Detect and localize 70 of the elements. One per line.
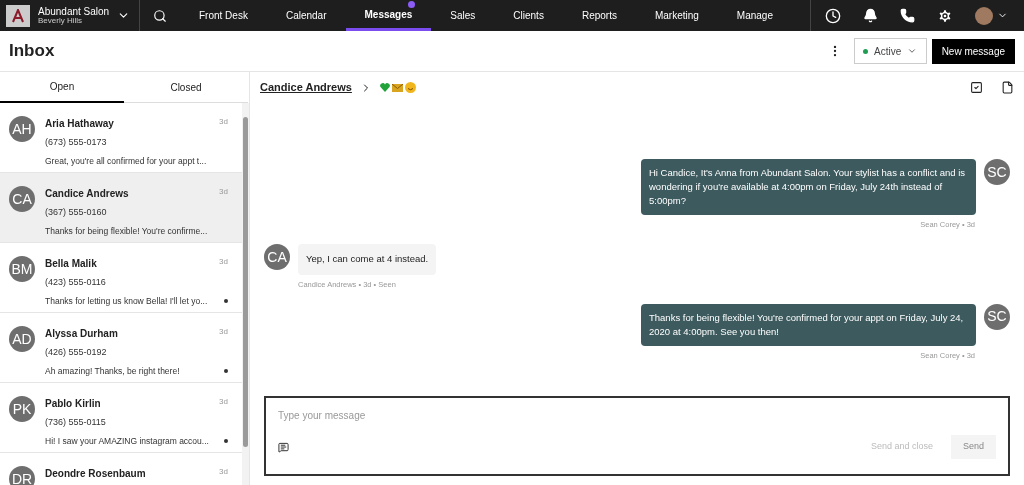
- contact-name-link[interactable]: Candice Andrews: [260, 79, 352, 96]
- checkbox-icon[interactable]: [970, 81, 983, 94]
- time-label: 3d: [219, 116, 228, 128]
- contact-name: Alyssa Durham: [45, 327, 118, 341]
- contact-avatar: AH: [9, 116, 35, 142]
- nav-tab[interactable]: Messages: [345, 0, 432, 31]
- contact-avatar: CA: [9, 186, 35, 212]
- message-input[interactable]: Type your message: [278, 408, 996, 423]
- contact-name: Deondre Rosenbaum: [45, 467, 146, 481]
- message-preview: Great, you're all confirmed for your appt t...: [45, 154, 207, 168]
- envelope-icon: [391, 83, 403, 92]
- time-label: 3d: [219, 466, 228, 478]
- message-bubble: Yep, I can come at 4 instead.: [298, 244, 437, 275]
- nav-tab[interactable]: Manage: [717, 0, 792, 31]
- phone-number: (426) 555-0192: [45, 346, 108, 359]
- send-button[interactable]: Send: [950, 435, 996, 459]
- contact-name: Candice Andrews: [45, 187, 129, 201]
- inbox-tab[interactable]: Open: [0, 72, 124, 103]
- bell-icon[interactable]: [863, 8, 878, 23]
- contact-avatar: DR: [9, 466, 35, 485]
- status-dropdown[interactable]: Active: [853, 38, 927, 64]
- conversation-item[interactable]: CA Candice Andrews 3d (367) 555-0160 Thanks for being flexible! You're confirme...: [0, 173, 242, 243]
- time-label: 3d: [219, 396, 228, 408]
- phone-number: (673) 555-0173: [45, 136, 108, 149]
- nav-tab[interactable]: Reports: [562, 0, 636, 31]
- document-icon[interactable]: [1001, 81, 1014, 94]
- contact-name: Aria Hathaway: [45, 117, 114, 131]
- business-location: Beverly Hills: [38, 16, 83, 25]
- business-name: Abundant Salon: [38, 6, 110, 17]
- message-bubble: Thanks for being flexible! You're confirmed for your appt on Friday, July 24, 2020 at 4:00pm. See you then!: [641, 303, 976, 346]
- contact-avatar: PK: [9, 396, 35, 422]
- contact-avatar: BM: [9, 256, 35, 282]
- nav-tab[interactable]: Front Desk: [180, 0, 267, 31]
- time-label: 3d: [219, 256, 228, 268]
- phone-number: (736) 555-0115: [45, 416, 107, 429]
- contact-name: Pablo Kirlin: [45, 397, 101, 411]
- contact-name: Bella Malik: [45, 257, 97, 271]
- sender-avatar: CA: [264, 244, 290, 271]
- nav-tab[interactable]: Clients: [494, 0, 563, 31]
- new-message-button[interactable]: New message: [931, 38, 1015, 64]
- user-avatar[interactable]: [975, 6, 993, 25]
- scrollbar[interactable]: [242, 103, 249, 485]
- settings-icon[interactable]: [937, 7, 953, 24]
- nav-tab[interactable]: Calendar: [266, 0, 346, 31]
- contact-avatar: AD: [9, 326, 35, 352]
- chevron-down-icon: [907, 46, 918, 56]
- time-label: 3d: [219, 326, 228, 338]
- sender-avatar: SC: [984, 159, 1010, 185]
- inbox-tab[interactable]: Closed: [124, 72, 248, 103]
- message-preview: Ah amazing! Thanks, be right there!: [45, 364, 180, 378]
- phone-number: (367) 555-0160: [45, 206, 108, 219]
- template-icon[interactable]: [278, 441, 289, 453]
- smiley-icon: [404, 82, 416, 93]
- message-preview: Thanks for being flexible! You're confirme...: [45, 224, 208, 238]
- sender-avatar: SC: [984, 303, 1010, 330]
- phone-number: (423) 555-0116: [45, 276, 107, 289]
- page-title: Inbox: [9, 40, 55, 63]
- nav-tab[interactable]: Marketing: [635, 0, 718, 31]
- search-icon[interactable]: [153, 8, 167, 23]
- conversation-item[interactable]: PK Pablo Kirlin 3d (736) 555-0115 Hi! I saw your AMAZING instagram accou...: [0, 383, 242, 453]
- message-preview: Hi! I saw your AMAZING instagram accou...: [45, 434, 209, 448]
- heart-icon: [379, 83, 390, 92]
- conversation-item[interactable]: AD Alyssa Durham 3d (426) 555-0192 Ah amazing! Thanks, be right there!: [0, 313, 242, 383]
- time-label: 3d: [219, 186, 228, 198]
- nav-tab[interactable]: Sales: [431, 0, 495, 31]
- logo-icon: [6, 4, 30, 27]
- message-bubble: Hi Candice, It's Anna from Abundant Salon. Your stylist has a conflict and is wondering if you're available at 4:00pm on Friday, July 24th instead of 5:00pm?: [641, 159, 976, 215]
- clock-icon[interactable]: [825, 7, 841, 24]
- message-preview: Thanks for letting us know Bella! I'll let yo...: [45, 294, 208, 308]
- phone-icon[interactable]: [900, 8, 915, 23]
